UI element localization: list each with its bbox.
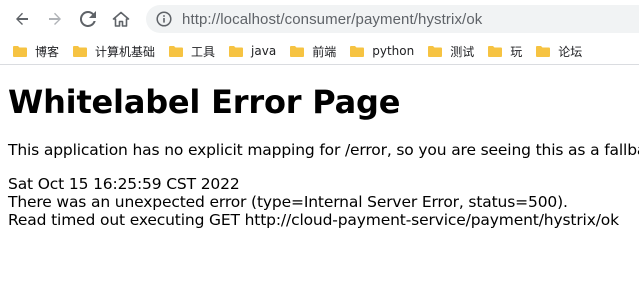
error-details: Sat Oct 15 16:25:59 CST 2022 There was a… [8,175,639,229]
arrow-left-icon [14,11,30,27]
bookmark-folder[interactable]: 工具 [169,40,215,62]
browser-toolbar: http://localhost/consumer/payment/hystri… [0,0,639,38]
folder-icon [488,45,503,57]
address-bar[interactable]: http://localhost/consumer/payment/hystri… [146,5,639,33]
error-type-line: There was an unexpected error (type=Inte… [8,193,568,211]
reload-button[interactable] [74,5,102,33]
page-content: Whitelabel Error Page This application h… [0,65,639,229]
folder-icon [536,45,551,57]
home-button[interactable] [107,5,135,33]
folder-icon [13,45,27,57]
folder-icon [229,45,244,57]
folder-icon [73,45,88,57]
arrow-right-icon [47,11,63,27]
bookmark-folder[interactable]: python [350,40,414,62]
bookmark-label: 前端 [312,44,337,59]
error-description: This application has no explicit mapping… [8,141,639,159]
bookmark-label: 测试 [450,44,475,59]
bookmark-folder[interactable]: 博客 [13,40,59,62]
error-message: Read timed out executing GET http://clou… [8,211,619,229]
bookmarks-bar: 博客 计算机基础 工具 java 前端 python 测试 玩 论坛 [0,38,639,65]
bookmark-label: 工具 [191,44,216,59]
bookmark-label: 玩 [510,44,523,59]
home-icon [112,11,130,27]
folder-icon [428,45,443,57]
bookmark-label: 计算机基础 [95,44,156,59]
url-text[interactable]: http://localhost/consumer/payment/hystri… [182,11,482,28]
bookmark-folder[interactable]: 玩 [488,40,522,62]
browser-window: http://localhost/consumer/payment/hystri… [0,0,639,288]
bookmark-folder[interactable]: 测试 [428,40,474,62]
folder-icon [169,45,184,57]
error-timestamp: Sat Oct 15 16:25:59 CST 2022 [8,175,240,193]
bookmark-folder[interactable]: java [229,40,276,62]
forward-button[interactable] [41,5,69,33]
reload-icon [80,11,96,27]
bookmark-folder[interactable]: 前端 [290,40,336,62]
bookmark-folder[interactable]: 计算机基础 [73,40,155,62]
bookmark-folder[interactable]: 论坛 [536,40,582,62]
bookmark-label: python [372,44,415,58]
bookmark-label: 博客 [35,44,60,59]
page-title: Whitelabel Error Page [8,83,401,121]
info-icon[interactable] [156,11,172,27]
bookmark-label: 论坛 [558,44,583,59]
folder-icon [350,45,365,57]
folder-icon [290,45,305,57]
back-button[interactable] [8,5,36,33]
bookmark-label: java [251,44,277,58]
